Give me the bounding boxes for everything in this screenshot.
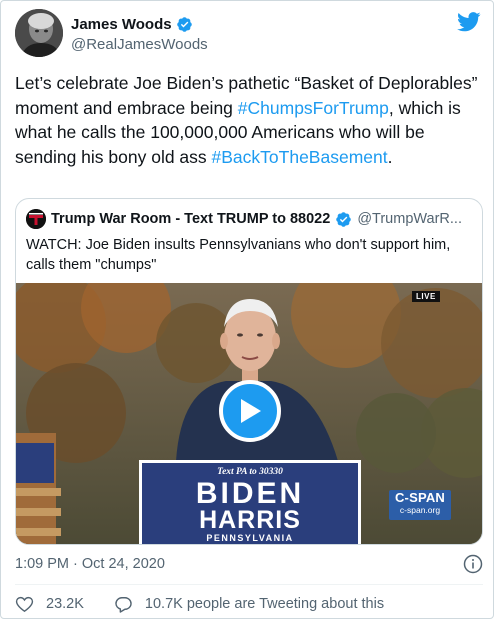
tweet-body: Let’s celebrate Joe Biden’s pathetic “Ba… bbox=[15, 71, 485, 169]
play-button[interactable] bbox=[219, 380, 281, 442]
tweet-timestamp[interactable]: 1:09 PM · Oct 24, 2020 bbox=[15, 556, 165, 572]
verified-badge-icon bbox=[336, 211, 352, 227]
speech-bubble-icon bbox=[115, 596, 132, 613]
like-button[interactable]: 23.2K bbox=[15, 595, 84, 614]
author-avatar[interactable] bbox=[15, 9, 63, 57]
author-handle[interactable]: @RealJamesWoods bbox=[71, 36, 208, 53]
sign-harris-text: HARRIS bbox=[199, 506, 301, 534]
verified-badge-icon bbox=[176, 16, 192, 32]
tweet-embed-card: James Woods @RealJamesWoods Let’s celebr… bbox=[0, 0, 494, 619]
heart-icon bbox=[15, 596, 34, 612]
hashtag-link[interactable]: #ChumpsForTrump bbox=[238, 98, 389, 118]
tweet-text-segment: . bbox=[387, 146, 393, 167]
like-count: 23.2K bbox=[46, 596, 84, 612]
tweeting-about-text: 10.7K people are Tweeting about this bbox=[144, 596, 385, 612]
reply-button[interactable]: 10.7K people are Tweeting about this bbox=[114, 595, 384, 614]
divider bbox=[15, 584, 483, 585]
podium-sign: Text PA to 30330 BIDEN HARRIS PENNSYLVAN… bbox=[139, 460, 361, 544]
author-name[interactable]: James Woods bbox=[71, 16, 172, 33]
hashtag-link[interactable]: #BackToTheBasement bbox=[212, 147, 388, 167]
video-player[interactable]: LIVE Text PA to 30330 BIDEN HARRIS PENNS… bbox=[16, 283, 482, 544]
live-badge: LIVE bbox=[412, 291, 440, 302]
quoted-author-avatar bbox=[26, 209, 46, 229]
quoted-author-handle: @TrumpWarR... bbox=[357, 211, 462, 227]
info-icon[interactable] bbox=[463, 554, 483, 574]
cspan-logo: C-SPAN c-span.org bbox=[389, 490, 451, 520]
quoted-author-name: Trump War Room - Text TRUMP to 88022 bbox=[51, 211, 331, 227]
author-info: James Woods @RealJamesWoods bbox=[71, 14, 208, 54]
sign-biden-text: BIDEN bbox=[195, 477, 305, 510]
cspan-logo-text: C-SPAN bbox=[394, 490, 446, 505]
quoted-tweet-header: Trump War Room - Text TRUMP to 88022 @Tr… bbox=[26, 209, 476, 229]
quoted-tweet-text: WATCH: Joe Biden insults Pennsylvanians … bbox=[26, 237, 451, 273]
sign-top-text: Text PA to 30330 bbox=[217, 467, 283, 477]
quoted-tweet[interactable]: Trump War Room - Text TRUMP to 88022 @Tr… bbox=[15, 198, 483, 545]
tweet-actions: 23.2K 10.7K people are Tweeting about th… bbox=[15, 593, 384, 615]
sign-state-text: PENNSYLVANIA bbox=[206, 533, 294, 543]
cspan-url: c-span.org bbox=[399, 505, 441, 515]
twitter-bird-icon[interactable] bbox=[457, 11, 481, 33]
tweet-header: James Woods @RealJamesWoods bbox=[15, 9, 481, 61]
play-icon bbox=[241, 399, 261, 423]
